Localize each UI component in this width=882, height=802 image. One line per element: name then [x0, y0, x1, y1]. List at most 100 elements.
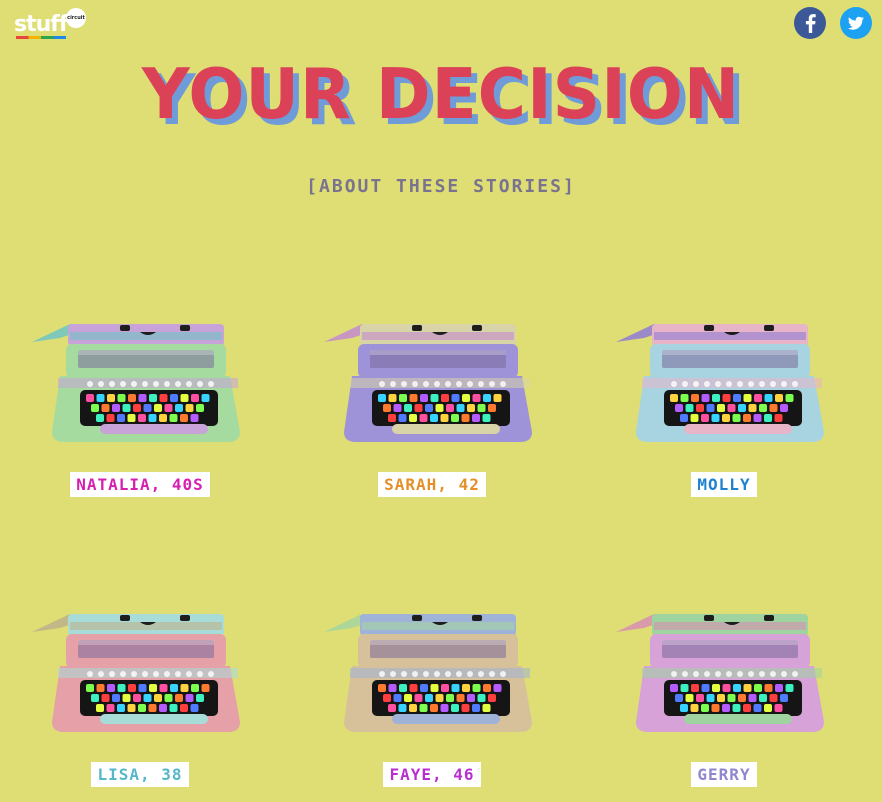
typewriter-key	[393, 694, 402, 702]
typewriter-key	[190, 704, 199, 712]
story-name[interactable]: MOLLY	[691, 472, 757, 497]
typewriter-key	[388, 684, 397, 692]
typewriter-key	[383, 694, 391, 702]
story-card[interactable]: LISA, 38	[30, 610, 250, 790]
story-name[interactable]: FAYE, 46	[383, 762, 481, 787]
story-name[interactable]: NATALIA, 40S	[70, 472, 210, 497]
typewriter-key	[738, 694, 746, 702]
typewriter-key	[732, 704, 741, 712]
typewriter-key	[175, 404, 183, 412]
typewriter-key	[414, 694, 423, 702]
typewriter-key	[404, 694, 412, 702]
story-card[interactable]: GERRY	[614, 610, 834, 790]
story-card[interactable]: FAYE, 46	[322, 610, 542, 790]
typewriter-key	[169, 414, 178, 422]
typewriter-key	[722, 394, 731, 402]
typewriter-key	[748, 694, 757, 702]
typewriter-icon	[324, 324, 532, 442]
typewriter-icon	[324, 614, 532, 732]
typewriter-key	[440, 414, 449, 422]
typewriter-key	[722, 414, 730, 422]
typewriter-key	[180, 394, 189, 402]
typewriter-key	[128, 394, 136, 402]
typewriter-key	[143, 694, 152, 702]
page-title-text: YOUR DECISION	[141, 54, 741, 135]
typewriter-key	[711, 704, 720, 712]
typewriter-key	[472, 704, 480, 712]
typewriter-key	[435, 404, 444, 412]
typewriter-key	[441, 394, 449, 402]
typewriter-key	[96, 394, 105, 402]
typewriter-key	[148, 414, 157, 422]
typewriter-key	[462, 394, 470, 402]
typewriter-key	[430, 684, 439, 692]
typewriter-key	[117, 684, 126, 692]
typewriter-key	[159, 704, 167, 712]
typewriter-key	[759, 694, 767, 702]
typewriter-key	[759, 404, 767, 412]
typewriter-key	[732, 414, 741, 422]
typewriter-key	[180, 414, 188, 422]
story-card[interactable]: MOLLY	[614, 320, 834, 500]
typewriter-key	[774, 704, 783, 712]
typewriter-key	[91, 694, 99, 702]
typewriter-key	[409, 684, 418, 692]
twitter-icon	[840, 7, 872, 39]
story-name-label: SARAH, 42	[322, 472, 542, 497]
typewriter-key	[774, 414, 783, 422]
typewriter-key	[425, 404, 433, 412]
story-card[interactable]: NATALIA, 40S	[30, 320, 250, 500]
typewriter-key	[722, 704, 730, 712]
typewriter-key	[675, 404, 683, 412]
typewriter-key	[430, 414, 438, 422]
typewriter-key	[180, 684, 189, 692]
typewriter-key	[685, 404, 694, 412]
typewriter-key	[154, 404, 162, 412]
typewriter-key	[743, 704, 751, 712]
story-card[interactable]: SARAH, 42	[322, 320, 542, 500]
typewriter-key	[175, 694, 183, 702]
typewriter-key	[96, 684, 105, 692]
typewriter-icon	[32, 614, 240, 732]
typewriter-key	[733, 684, 741, 692]
typewriter-key	[388, 414, 396, 422]
facebook-share-button[interactable]	[794, 7, 826, 39]
typewriter-key	[701, 684, 710, 692]
typewriter-key	[409, 704, 417, 712]
typewriter-key	[164, 694, 173, 702]
typewriter-key	[107, 684, 115, 692]
typewriter-key	[743, 394, 752, 402]
typewriter-icon	[616, 324, 824, 442]
story-name[interactable]: GERRY	[691, 762, 757, 787]
about-these-stories-link[interactable]: [ABOUT THESE STORIES]	[0, 176, 882, 197]
typewriter-key	[717, 404, 725, 412]
typewriter-key	[159, 414, 167, 422]
typewriter-key	[685, 694, 694, 702]
story-name[interactable]: LISA, 38	[91, 762, 189, 787]
typewriter-key	[170, 684, 178, 692]
typewriter-key	[711, 414, 720, 422]
typewriter-key	[701, 414, 709, 422]
typewriter-key	[185, 694, 194, 702]
typewriter-key	[201, 394, 210, 402]
typewriter-key	[196, 694, 204, 702]
stuff-logo[interactable]: stuff circuit	[14, 8, 94, 42]
typewriter-key	[117, 394, 126, 402]
typewriter-key	[712, 394, 720, 402]
typewriter-key	[196, 404, 204, 412]
logo-badge: circuit	[66, 8, 86, 28]
typewriter-key	[680, 704, 688, 712]
typewriter-key	[780, 694, 788, 702]
typewriter-key	[101, 694, 110, 702]
typewriter-key	[170, 394, 178, 402]
typewriter-key	[701, 704, 709, 712]
typewriter-key	[680, 414, 688, 422]
typewriter-key	[388, 394, 397, 402]
typewriter-key	[753, 704, 762, 712]
typewriter-key	[138, 684, 147, 692]
twitter-share-button[interactable]	[840, 7, 872, 39]
typewriter-key	[393, 404, 402, 412]
story-name[interactable]: SARAH, 42	[378, 472, 486, 497]
typewriter-key	[112, 404, 120, 412]
typewriter-key	[456, 404, 465, 412]
